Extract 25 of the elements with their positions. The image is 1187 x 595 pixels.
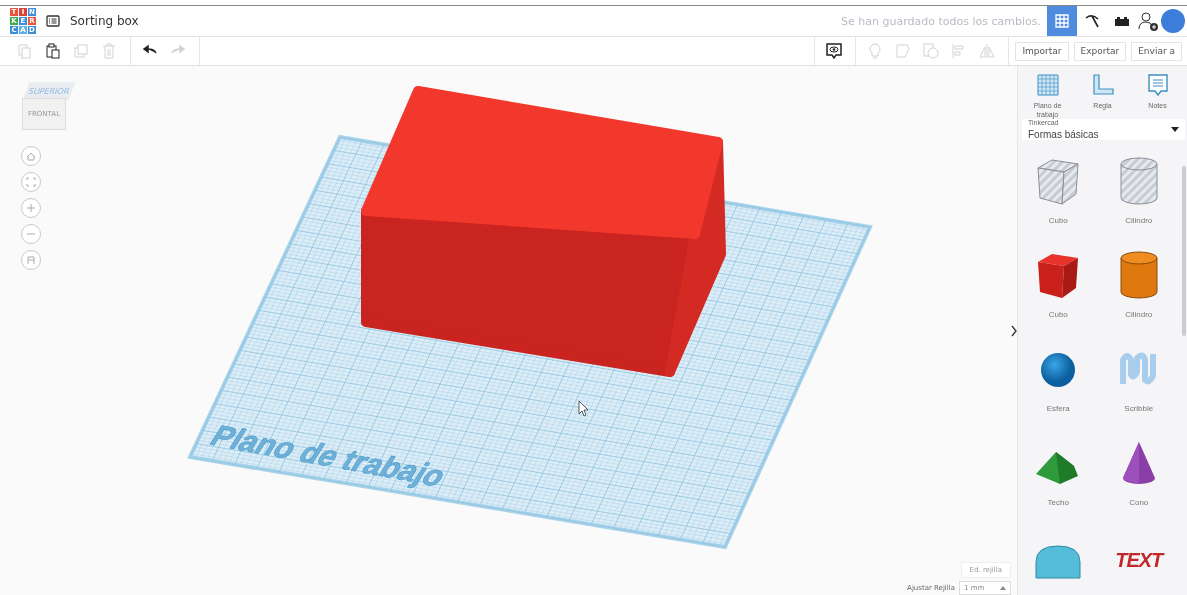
- avatar[interactable]: [1161, 9, 1185, 33]
- cursor-icon: [578, 400, 589, 417]
- shape-label: Cubo: [1048, 216, 1068, 225]
- shape-label: Cilindro: [1125, 310, 1153, 319]
- text-shape-art[interactable]: TEXT: [1115, 530, 1163, 586]
- eye-bubble-icon[interactable]: [825, 42, 844, 60]
- grid-icon[interactable]: [1053, 12, 1071, 30]
- save-status: Se han guardado todos los cambios.: [841, 14, 1041, 28]
- project-title: Sorting box: [70, 14, 139, 28]
- paste-icon[interactable]: [44, 42, 62, 60]
- toolbar-button[interactable]: Importar: [1015, 41, 1069, 61]
- chevron-icon[interactable]: [1011, 325, 1017, 337]
- shape-label: Techo: [1047, 498, 1069, 507]
- toolbar-button[interactable]: Exportar: [1073, 41, 1127, 61]
- add-user-icon[interactable]: [1137, 10, 1159, 32]
- shape-label: Cono: [1129, 498, 1149, 507]
- pickaxe-icon[interactable]: [1083, 12, 1101, 30]
- shape-label: Cubo: [1048, 310, 1068, 319]
- toolbar-button[interactable]: Enviar a: [1131, 41, 1182, 61]
- shape-label: Esfera: [1046, 404, 1070, 413]
- shape-label: Cilindro: [1125, 216, 1153, 225]
- shape-label: Scribble: [1124, 404, 1154, 413]
- caret-icon[interactable]: [1171, 127, 1179, 132]
- workplane-label: Plano de trabajo: [204, 419, 453, 493]
- list-icon[interactable]: [46, 15, 60, 27]
